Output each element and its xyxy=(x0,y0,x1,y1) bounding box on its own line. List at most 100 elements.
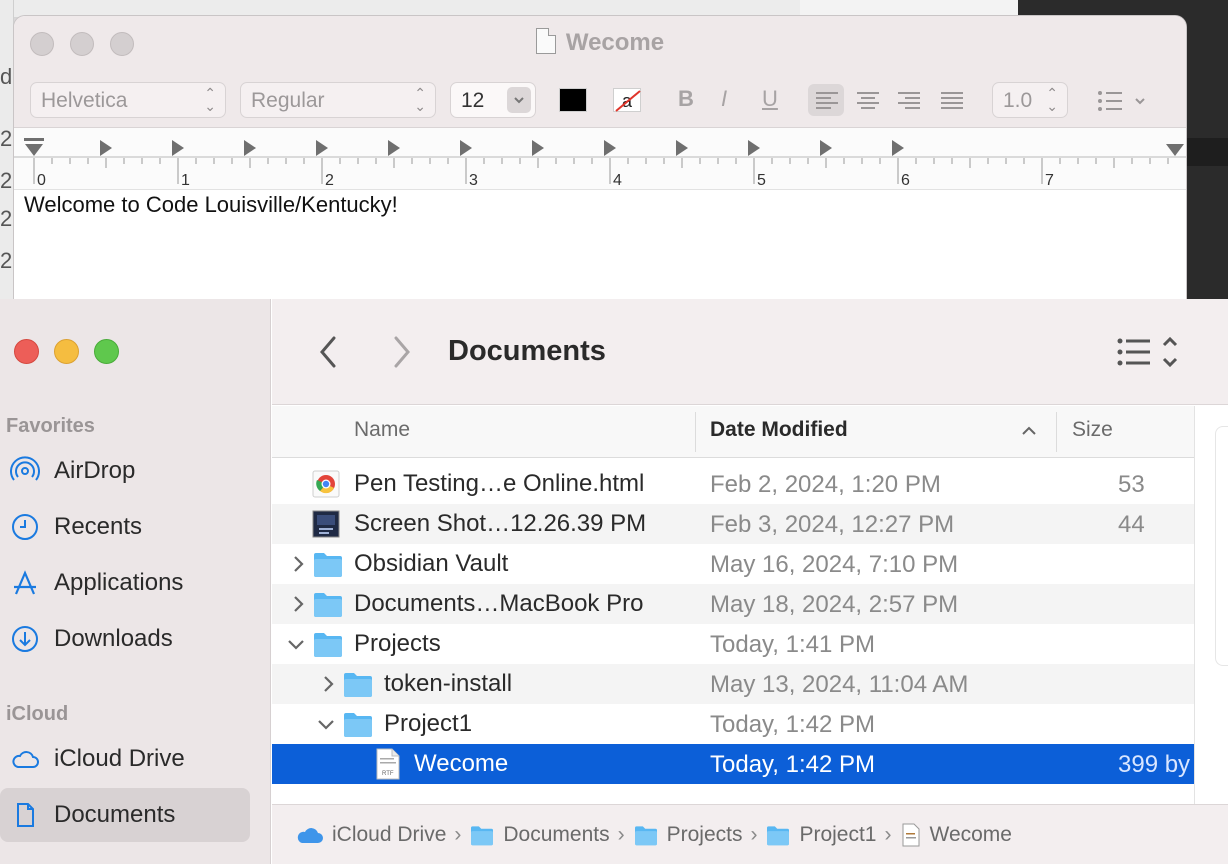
file-row[interactable]: Pen Testing…e Online.html Feb 2, 2024, 1… xyxy=(272,464,1194,504)
file-date: May 18, 2024, 2:57 PM xyxy=(710,591,959,618)
chevron-right-icon: › xyxy=(454,822,462,846)
folder-row[interactable]: Documents…MacBook Pro May 18, 2024, 2:57… xyxy=(272,584,1194,624)
folder-icon xyxy=(767,825,790,845)
minimize-button[interactable] xyxy=(54,339,79,364)
forward-button[interactable] xyxy=(380,329,420,375)
sidebar-item-documents[interactable]: Documents xyxy=(0,788,250,842)
path-item-project1[interactable]: Project1 xyxy=(765,823,877,847)
left-indent-marker xyxy=(24,138,44,156)
tab-stop-marker xyxy=(676,140,688,156)
font-family-popup[interactable]: Helvetica ⌃ ⌄ xyxy=(30,82,226,118)
path-item-wecome[interactable]: Wecome xyxy=(900,823,1012,847)
font-style-value: Regular xyxy=(251,89,325,112)
date-modified-column-header[interactable]: Date Modified xyxy=(710,418,848,442)
file-name: Pen Testing…e Online.html xyxy=(354,470,645,497)
tab-stop-marker xyxy=(460,140,472,156)
size-column-header[interactable]: Size xyxy=(1072,418,1113,442)
path-item-icloud-drive[interactable]: iCloud Drive xyxy=(296,823,446,847)
chevron-up-icon[interactable] xyxy=(1020,422,1038,445)
folder-row[interactable]: token-install May 13, 2024, 11:04 AM xyxy=(272,664,1194,704)
sidebar-item-label: iCloud Drive xyxy=(54,745,185,772)
background-color-swatch[interactable]: a xyxy=(613,88,641,112)
italic-button[interactable]: I xyxy=(721,86,727,112)
finder-sidebar: Favorites AirDrop Recents Applications D… xyxy=(0,299,271,864)
updown-chevron-icon: ⌃ ⌄ xyxy=(1046,85,1058,114)
path-item-label: Projects xyxy=(666,822,743,846)
close-button[interactable] xyxy=(14,339,39,364)
font-size-combo[interactable]: 12 xyxy=(450,82,536,118)
ruler-label: 5 xyxy=(757,172,766,189)
ruler-label: 0 xyxy=(37,172,46,189)
chevron-right-icon: › xyxy=(617,822,625,846)
view-options-button[interactable] xyxy=(1116,333,1180,378)
line-spacing-value: 1.0 xyxy=(1003,89,1033,112)
sidebar-item-icloud-drive[interactable]: iCloud Drive xyxy=(0,732,250,786)
column-header: Name Date Modified Size xyxy=(272,406,1194,458)
file-date: Feb 3, 2024, 12:27 PM xyxy=(710,511,955,538)
path-item-label: Documents xyxy=(503,822,610,846)
download-icon xyxy=(12,626,38,652)
underline-button[interactable]: U xyxy=(762,86,778,112)
sidebar-item-label: AirDrop xyxy=(54,457,136,484)
ruler-label: 1 xyxy=(181,172,190,189)
line-spacing-popup[interactable]: 1.0 ⌃ ⌄ xyxy=(992,82,1068,118)
align-left-button[interactable] xyxy=(808,84,844,116)
text-color-swatch[interactable] xyxy=(559,88,587,112)
folder-row[interactable]: Project1 Today, 1:42 PM xyxy=(272,704,1194,744)
updown-chevron-icon: ⌃ ⌄ xyxy=(204,85,216,114)
list-bullets-popup[interactable] xyxy=(1096,88,1148,119)
folder-row[interactable]: Projects Today, 1:41 PM xyxy=(272,624,1194,664)
sidebar-item-recents[interactable]: Recents xyxy=(0,500,250,554)
sidebar-item-label: Applications xyxy=(54,569,184,596)
file-name: Projects xyxy=(354,630,441,657)
file-name: Screen Shot…12.26.39 PM xyxy=(354,510,647,537)
zoom-button[interactable] xyxy=(94,339,119,364)
tab-stop-marker xyxy=(388,140,400,156)
sidebar-item-downloads[interactable]: Downloads xyxy=(0,612,250,666)
align-right-button[interactable] xyxy=(892,84,928,116)
tab-stop-marker xyxy=(100,140,112,156)
rtf-file-icon: RTF xyxy=(376,748,400,780)
chevron-left-icon xyxy=(320,336,336,368)
file-row-selected[interactable]: RTF Wecome Today, 1:42 PM 399 by xyxy=(272,744,1194,784)
preview-pane-edge xyxy=(1194,406,1228,804)
chevron-down-icon[interactable] xyxy=(507,87,531,113)
document-text[interactable]: Welcome to Code Louisville/Kentucky! xyxy=(24,192,398,218)
ruler[interactable]: 0 1 2 3 4 5 6 7 xyxy=(14,128,1186,190)
list-view-icon xyxy=(1117,336,1178,368)
disclosure-down-icon[interactable] xyxy=(316,712,336,736)
ruler-label: 3 xyxy=(469,172,478,189)
disclosure-down-icon[interactable] xyxy=(286,632,306,656)
sidebar-item-applications[interactable]: Applications xyxy=(0,556,250,610)
bold-button[interactable]: B xyxy=(678,86,694,112)
updown-chevron-icon: ⌃ ⌄ xyxy=(414,85,426,114)
tab-stop-marker xyxy=(820,140,832,156)
font-family-value: Helvetica xyxy=(41,89,128,112)
file-size: 399 by xyxy=(1118,751,1191,778)
textedit-titlebar: Wecome Helvetica ⌃⌄ Regular ⌃⌄ 12 a B I … xyxy=(14,16,1186,128)
ruler-label: 4 xyxy=(613,172,622,189)
align-center-button[interactable] xyxy=(850,84,886,116)
file-row[interactable]: Screen Shot…12.26.39 PM Feb 3, 2024, 12:… xyxy=(272,504,1194,544)
disclosure-right-icon[interactable] xyxy=(288,592,308,616)
path-item-projects[interactable]: Projects xyxy=(633,822,743,847)
back-button[interactable] xyxy=(310,329,350,375)
path-item-documents[interactable]: Documents xyxy=(469,822,610,847)
document-icon xyxy=(17,803,34,827)
chrome-html-icon xyxy=(312,470,340,498)
document-icon xyxy=(535,28,556,54)
ruler-label: 7 xyxy=(1045,172,1054,189)
disclosure-right-icon[interactable] xyxy=(288,552,308,576)
list-icon xyxy=(1098,91,1145,111)
disclosure-right-icon[interactable] xyxy=(318,672,338,696)
justify-button[interactable] xyxy=(934,84,970,116)
font-style-popup[interactable]: Regular ⌃ ⌄ xyxy=(240,82,436,118)
file-date: Today, 1:42 PM xyxy=(710,711,875,738)
folder-row[interactable]: Obsidian Vault May 16, 2024, 7:10 PM xyxy=(272,544,1194,584)
file-list: Pen Testing…e Online.html Feb 2, 2024, 1… xyxy=(272,464,1194,784)
favorites-heading: Favorites xyxy=(6,415,95,437)
sidebar-item-airdrop[interactable]: AirDrop xyxy=(0,444,250,498)
file-date: May 13, 2024, 11:04 AM xyxy=(710,671,969,698)
name-column-header[interactable]: Name xyxy=(354,418,410,442)
path-bar: iCloud Drive › Documents › Projects › Pr… xyxy=(272,804,1228,864)
